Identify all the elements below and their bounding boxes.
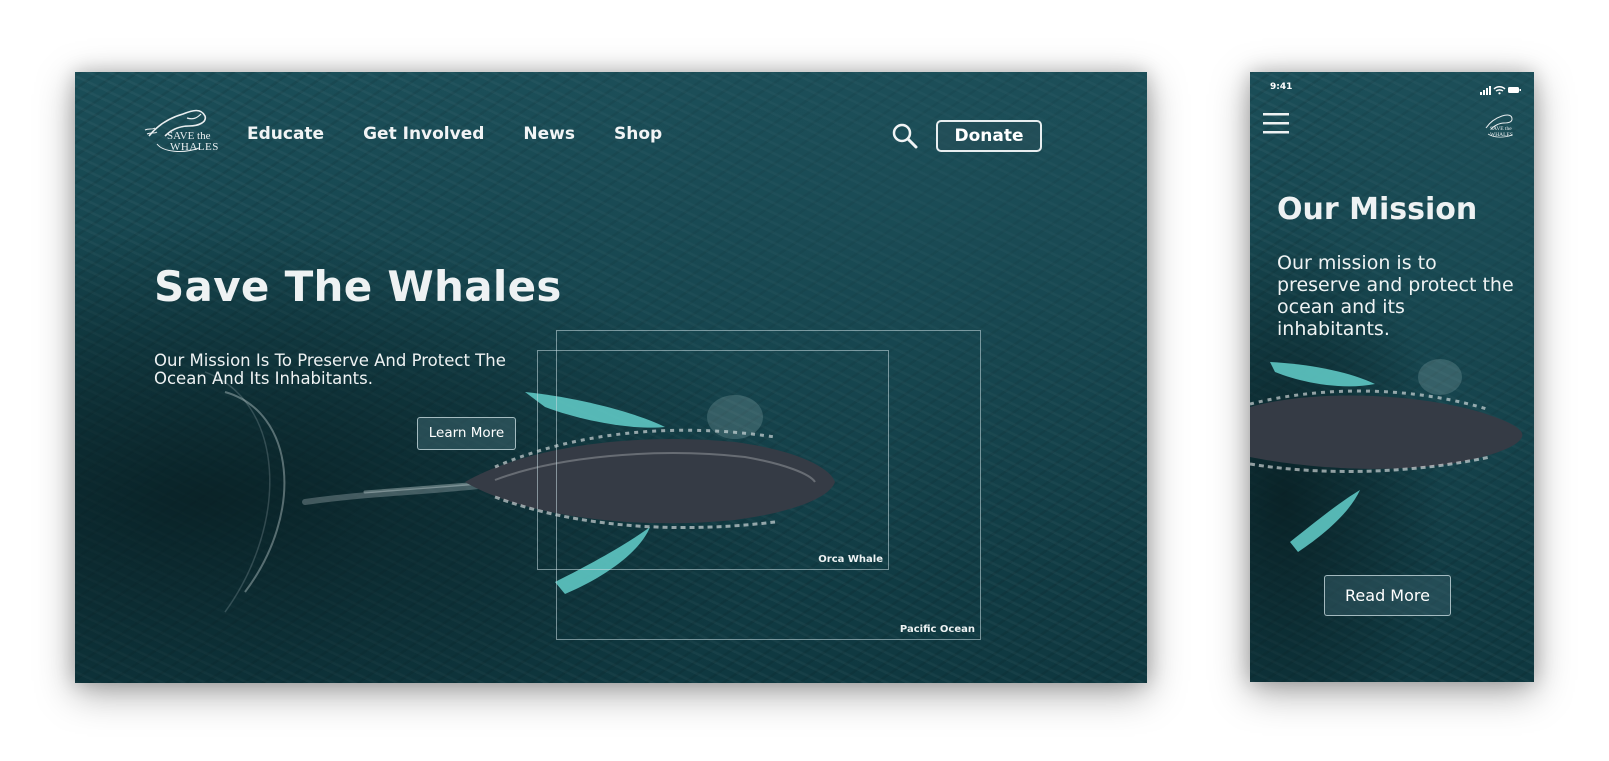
mobile-title: Our Mission	[1277, 192, 1478, 227]
search-icon[interactable]	[891, 122, 919, 150]
status-icons	[1480, 82, 1522, 95]
read-more-button[interactable]: Read More	[1324, 575, 1451, 616]
desktop-frame: Pacific Ocean Orca Whale SAVE the WHALES…	[75, 72, 1147, 683]
nav-educate[interactable]: Educate	[247, 124, 324, 144]
main-nav: Educate Get Involved News Shop	[247, 124, 662, 144]
site-logo[interactable]: SAVE the WHALES	[143, 96, 221, 156]
mobile-frame: 9:41 SAVE the WHALES Our Mission Our mis…	[1250, 72, 1534, 682]
mockup-stage: Pacific Ocean Orca Whale SAVE the WHALES…	[0, 0, 1609, 761]
battery-icon	[1508, 87, 1521, 93]
hero-title: Save The Whales	[154, 262, 562, 311]
orca-whale-annotation-box: Orca Whale	[537, 350, 889, 570]
hero-subtitle: Our Mission Is To Preserve And Protect T…	[154, 351, 506, 388]
donate-button[interactable]: Donate	[936, 120, 1042, 152]
nav-get-involved[interactable]: Get Involved	[363, 124, 484, 144]
pacific-ocean-label: Pacific Ocean	[899, 624, 975, 635]
mobile-site-logo[interactable]: SAVE the WHALES	[1482, 108, 1518, 140]
hamburger-menu-icon[interactable]	[1263, 112, 1289, 136]
nav-news[interactable]: News	[523, 124, 575, 144]
mobile-logo-line2: WHALES	[1490, 132, 1513, 138]
nav-shop[interactable]: Shop	[614, 124, 662, 144]
signal-icon	[1480, 86, 1491, 95]
wifi-icon	[1493, 86, 1506, 95]
status-time: 9:41	[1270, 82, 1293, 92]
logo-text-line2: WHALES	[170, 141, 219, 153]
learn-more-button[interactable]: Learn More	[417, 417, 516, 450]
mobile-mission-text: Our mission is to preserve and protect t…	[1277, 252, 1514, 340]
mobile-logo-text: SAVE the WHALES	[1490, 126, 1513, 138]
orca-whale-label: Orca Whale	[818, 554, 883, 565]
